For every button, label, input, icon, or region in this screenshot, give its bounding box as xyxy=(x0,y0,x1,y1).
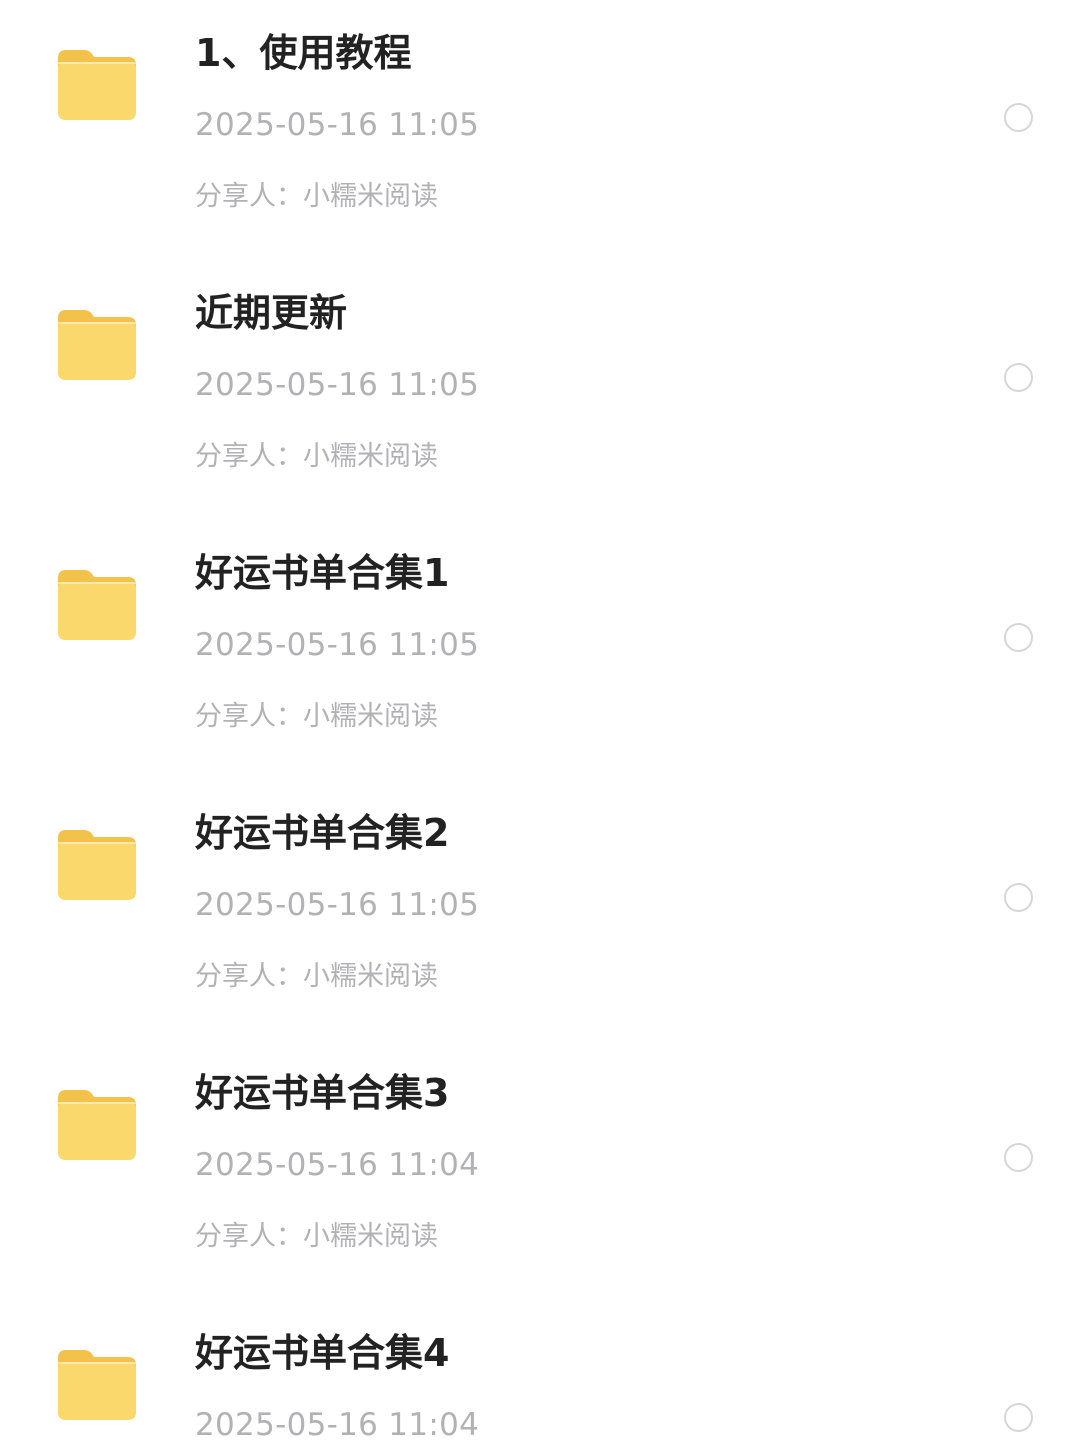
folder-name: 好运书单合集3 xyxy=(195,1071,450,1115)
folder-sharer: 分享人：小糯米阅读 xyxy=(195,181,438,212)
folder-icon xyxy=(56,1348,138,1422)
folder-row[interactable]: 1、使用教程 2025-05-16 11:05 分享人：小糯米阅读 xyxy=(0,0,1080,260)
folder-row[interactable]: 好运书单合集4 2025-05-16 11:04 xyxy=(0,1300,1080,1440)
folder-name: 好运书单合集2 xyxy=(195,811,450,855)
folder-row[interactable]: 好运书单合集2 2025-05-16 11:05 分享人：小糯米阅读 xyxy=(0,780,1080,1040)
folder-sharer: 分享人：小糯米阅读 xyxy=(195,701,438,732)
folder-sharer: 分享人：小糯米阅读 xyxy=(195,961,438,992)
select-circle-icon[interactable] xyxy=(1004,103,1033,132)
folder-date: 2025-05-16 11:04 xyxy=(195,1147,480,1183)
folder-name: 好运书单合集1 xyxy=(195,551,450,595)
folder-icon xyxy=(56,308,138,382)
folder-icon xyxy=(56,828,138,902)
select-circle-icon[interactable] xyxy=(1004,883,1033,912)
select-circle-icon[interactable] xyxy=(1004,1403,1033,1432)
folder-date: 2025-05-16 11:05 xyxy=(195,107,480,143)
folder-date: 2025-05-16 11:05 xyxy=(195,887,480,923)
select-circle-icon[interactable] xyxy=(1004,1143,1033,1172)
folder-icon xyxy=(56,48,138,122)
folder-row[interactable]: 好运书单合集1 2025-05-16 11:05 分享人：小糯米阅读 xyxy=(0,520,1080,780)
folder-row[interactable]: 好运书单合集3 2025-05-16 11:04 分享人：小糯米阅读 xyxy=(0,1040,1080,1300)
file-list: 1、使用教程 2025-05-16 11:05 分享人：小糯米阅读 近期更新 2… xyxy=(0,0,1080,1440)
folder-icon xyxy=(56,1088,138,1162)
folder-date: 2025-05-16 11:05 xyxy=(195,627,480,663)
select-circle-icon[interactable] xyxy=(1004,623,1033,652)
folder-name: 近期更新 xyxy=(195,291,348,335)
folder-name: 1、使用教程 xyxy=(195,31,412,75)
select-circle-icon[interactable] xyxy=(1004,363,1033,392)
folder-icon xyxy=(56,568,138,642)
folder-name: 好运书单合集4 xyxy=(195,1331,450,1375)
folder-sharer: 分享人：小糯米阅读 xyxy=(195,1221,438,1252)
folder-row[interactable]: 近期更新 2025-05-16 11:05 分享人：小糯米阅读 xyxy=(0,260,1080,520)
folder-date: 2025-05-16 11:04 xyxy=(195,1407,480,1440)
folder-date: 2025-05-16 11:05 xyxy=(195,367,480,403)
folder-sharer: 分享人：小糯米阅读 xyxy=(195,441,438,472)
